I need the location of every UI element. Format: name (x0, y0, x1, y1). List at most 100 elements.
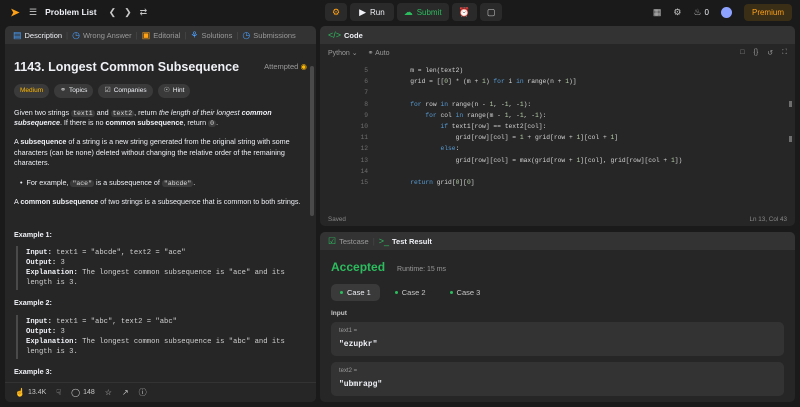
description-paragraph: A subsequence of a string is a new strin… (14, 137, 307, 168)
problem-title-row: 1143. Longest Common Subsequence Attempt… (14, 58, 307, 76)
fullscreen-icon[interactable]: ⛶ (782, 49, 787, 57)
comment-icon: ◯ (71, 387, 81, 397)
case-tab-1[interactable]: Case 1 (331, 284, 380, 301)
description-tabs: ▤ Description | ◷ Wrong Answer | ▣ Editoria… (5, 26, 316, 44)
text: is a subsequence of (93, 177, 162, 187)
history-icon: ◷ (242, 29, 251, 40)
code-tabs: </> Code (320, 26, 795, 44)
bug-icon: ⚙ (332, 6, 341, 17)
tab-label: Wrong Answer (82, 30, 132, 40)
avatar[interactable] (720, 6, 732, 18)
code-scrollbar[interactable] (789, 101, 792, 107)
line-number: 11 (360, 134, 368, 142)
code-panel: </> Code Python ⌄ ⚭ Auto □ {} ↺ ⛶ 5 m = l… (320, 26, 795, 226)
streak-counter[interactable]: ♨ 0 (693, 7, 709, 17)
tab-solutions[interactable]: ⚘ Solutions (186, 26, 236, 44)
comments-button[interactable]: ◯ 148 (71, 387, 95, 397)
hint-chip[interactable]: ☉ Hint (157, 84, 191, 98)
leetcode-logo-icon[interactable]: ➤ (9, 6, 21, 19)
input-box[interactable]: text1 = "ezupkr" (331, 322, 784, 356)
alarm-icon: ⏰ (458, 6, 470, 17)
comment-count: 148 (83, 389, 95, 396)
code-editor[interactable]: 5 m = len(text2) 6 grid = [[0] * (m + 1) … (320, 61, 795, 204)
document-icon: ▤ (13, 29, 22, 40)
submit-button[interactable]: ☁ Submit (396, 3, 449, 21)
language-value: Python (328, 49, 350, 57)
problem-list-icon[interactable]: ☰ (29, 7, 37, 17)
chevron-left-icon[interactable]: ❮ (109, 7, 117, 17)
pass-dot (340, 291, 343, 294)
shuffle-icon[interactable]: ⇄ (140, 7, 148, 17)
example-block: Input: text1 = "abcde", text2 = "ace" Ou… (16, 246, 307, 291)
line-number: 9 (364, 111, 368, 119)
problem-list-link[interactable]: Problem List (45, 7, 96, 17)
layout-icon[interactable]: ▦ (653, 7, 662, 17)
book-icon: ▣ (141, 29, 151, 40)
reset-icon[interactable]: ↺ (767, 49, 773, 57)
run-label: Run (370, 7, 385, 17)
tab-code[interactable]: </> Code (324, 26, 367, 44)
code-line: return grid[0][0] (410, 179, 475, 186)
companies-chip[interactable]: ☑ Companies (98, 84, 153, 98)
tab-wrong-answer[interactable]: ◷ Wrong Answer (68, 26, 136, 44)
thumbs-up-icon: ☝ (15, 387, 25, 397)
mode-indicator: ⚭ Auto (368, 49, 390, 57)
input-box[interactable]: text2 = "ubmrapg" (331, 362, 784, 396)
tab-test-result[interactable]: >_ Test Result (375, 232, 436, 250)
tab-testcase[interactable]: ☑ Testcase (324, 232, 373, 250)
result-panel: ☑ Testcase | >_ Test Result Accepted Runti… (320, 232, 795, 402)
line-number: 13 (360, 156, 368, 164)
example-key: Input: (26, 249, 52, 258)
text: Given two strings (14, 107, 72, 117)
case-tab-2[interactable]: Case 2 (386, 284, 435, 301)
braces-icon[interactable]: {} (754, 49, 759, 57)
help-icon[interactable]: ⓘ (139, 388, 147, 397)
tab-submissions[interactable]: ◷ Submissions (238, 26, 299, 44)
notes-button[interactable]: ▢ (479, 3, 503, 21)
bold-text: common subsequence (20, 197, 99, 207)
code-line: else: (440, 145, 460, 153)
bold-text: subsequence (20, 137, 67, 147)
problem-title: 1143. Longest Common Subsequence (14, 60, 240, 74)
run-button[interactable]: ▶ Run (350, 3, 394, 21)
debug-button[interactable]: ⚙ (325, 3, 348, 21)
example-key: Output: (26, 259, 57, 268)
case-tab-3[interactable]: Case 3 (441, 284, 490, 301)
tab-description[interactable]: ▤ Description (9, 26, 66, 44)
status-badge: Attempted ◉ (264, 62, 307, 73)
code-line: grid = [[0] * (m + 1) for i in range(n +… (380, 78, 577, 86)
premium-button[interactable]: Premium (743, 3, 792, 21)
line-number: 10 (360, 123, 368, 130)
tab-label: Description (24, 30, 63, 40)
settings-icon[interactable]: ⚙ (673, 7, 681, 17)
input-key: text1 = (339, 328, 358, 334)
bold-text: common subsequence (105, 117, 184, 127)
accepted-status: Accepted (331, 260, 386, 274)
code-icon: </> (328, 29, 342, 40)
thumbs-down-icon[interactable]: ☟ (56, 388, 61, 397)
bookmark-icon[interactable]: □ (740, 49, 744, 57)
case-tabs: Case 1 Case 2 Case 3 (331, 284, 784, 301)
star-icon[interactable]: ☆ (105, 388, 112, 397)
submit-label: Submit (416, 7, 442, 17)
chevron-right-icon[interactable]: ❯ (124, 7, 132, 17)
topics-chip[interactable]: ⚭ Topics (54, 84, 94, 98)
text: of two strings is a subsequence that is … (98, 197, 301, 207)
share-icon[interactable]: ↗ (122, 388, 129, 397)
code-toolbar: Python ⌄ ⚭ Auto □ {} ↺ ⛶ (320, 44, 795, 61)
language-select[interactable]: Python ⌄ (328, 49, 358, 57)
tab-editorial[interactable]: ▣ Editorial (138, 26, 185, 44)
code-line: grid[row][col] = max(grid[row + 1][col],… (380, 156, 683, 164)
example-key: Explanation: (26, 337, 78, 346)
attempted-icon: ◉ (300, 61, 307, 71)
example-value: 3 (56, 259, 65, 268)
tab-label: Editorial (153, 30, 181, 40)
example-value: text1 = "abc", text2 = "abc" (51, 317, 177, 326)
description-footer: ☝ 13.4K ☟ ◯ 148 ☆ ↗ ⓘ (5, 382, 316, 402)
timer-button[interactable]: ⏰ (451, 3, 477, 21)
like-button[interactable]: ☝ 13.4K (15, 387, 47, 397)
problem-description: 1143. Longest Common Subsequence Attempt… (5, 44, 316, 392)
like-count: 13.4K (27, 389, 47, 396)
mode-value: Auto (375, 49, 390, 57)
description-scrollbar[interactable] (310, 66, 314, 216)
